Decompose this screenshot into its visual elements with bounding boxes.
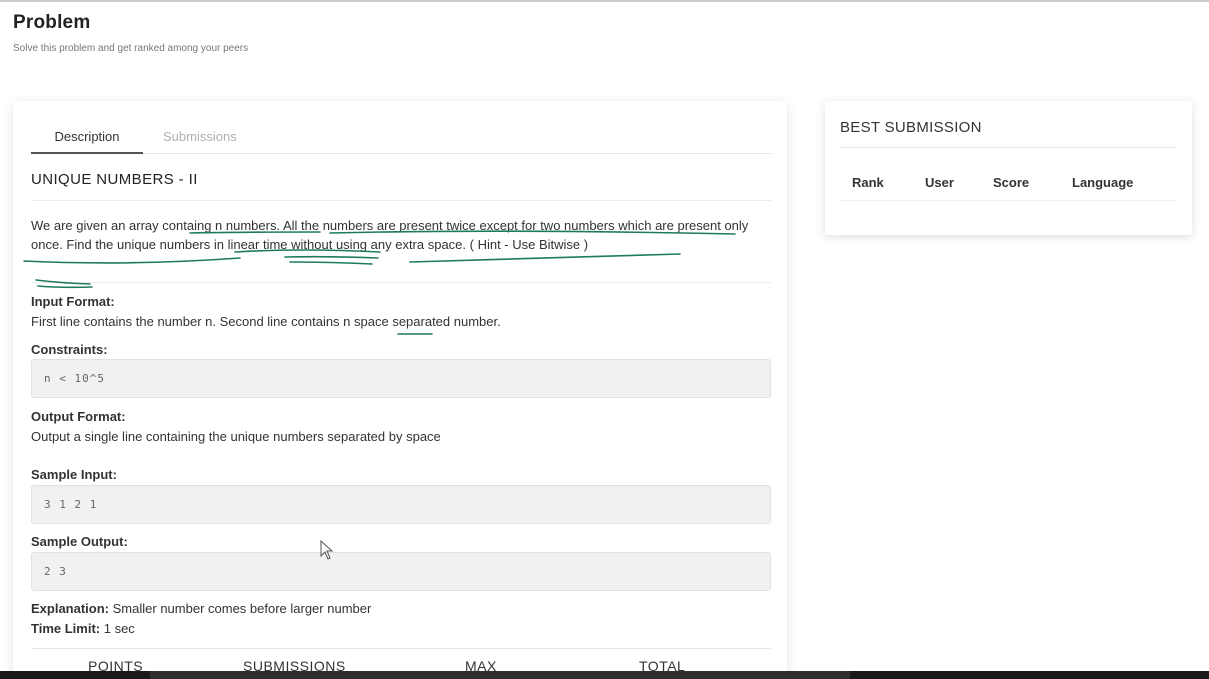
page-title: Problem bbox=[13, 12, 91, 33]
constraints-box: n < 10^5 bbox=[31, 359, 771, 398]
explanation-label: Explanation: bbox=[31, 601, 110, 616]
page-header: Problem Solve this problem and get ranke… bbox=[13, 12, 248, 54]
divider bbox=[31, 200, 771, 201]
problem-tabs: Description Submissions bbox=[31, 128, 771, 154]
best-submission-title: BEST SUBMISSION bbox=[840, 119, 982, 136]
column-language: Language bbox=[1072, 175, 1134, 190]
column-user: User bbox=[925, 175, 954, 190]
input-format-label: Input Format: bbox=[31, 294, 115, 309]
tab-submissions[interactable]: Submissions bbox=[163, 128, 237, 154]
output-format-label: Output Format: bbox=[31, 409, 126, 424]
column-rank: Rank bbox=[852, 175, 884, 190]
divider bbox=[31, 282, 771, 283]
mouse-cursor-icon bbox=[320, 540, 334, 560]
sample-output-box: 2 3 bbox=[31, 552, 771, 591]
divider bbox=[31, 648, 771, 649]
problem-title: UNIQUE NUMBERS - II bbox=[31, 171, 198, 188]
time-limit-row: Time Limit: 1 sec bbox=[31, 621, 135, 636]
tab-description[interactable]: Description bbox=[31, 128, 143, 154]
divider bbox=[840, 147, 1177, 148]
input-format-text: First line contains the number n. Second… bbox=[31, 314, 501, 329]
window-top-border bbox=[0, 0, 1209, 2]
sample-input-box: 3 1 2 1 bbox=[31, 485, 771, 524]
sample-input-label: Sample Input: bbox=[31, 467, 117, 482]
column-score: Score bbox=[993, 175, 1030, 190]
time-limit-text: 1 sec bbox=[103, 621, 135, 636]
sample-output-label: Sample Output: bbox=[31, 534, 128, 549]
problem-description: We are given an array containg n numbers… bbox=[31, 218, 749, 252]
explanation-row: Explanation: Smaller number comes before… bbox=[31, 601, 371, 616]
divider bbox=[840, 200, 1177, 201]
time-limit-label: Time Limit: bbox=[31, 621, 101, 636]
best-submission-card: BEST SUBMISSION Rank User Score Language bbox=[825, 101, 1192, 235]
output-format-text: Output a single line containing the uniq… bbox=[31, 429, 441, 444]
explanation-text: Smaller number comes before larger numbe… bbox=[112, 601, 372, 616]
taskbar-apps bbox=[150, 671, 850, 679]
page-subtitle: Solve this problem and get ranked among … bbox=[13, 43, 249, 54]
constraints-label: Constraints: bbox=[31, 342, 108, 357]
problem-card: Description Submissions UNIQUE NUMBERS -… bbox=[13, 101, 787, 679]
